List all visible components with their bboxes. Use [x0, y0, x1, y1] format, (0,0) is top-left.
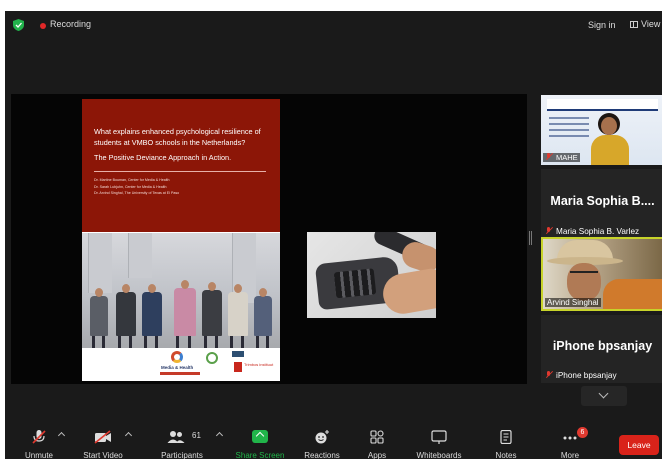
presentation-slide: What explains enhanced psychological res… [82, 99, 280, 381]
video-face [567, 263, 601, 301]
apps-label: Apps [367, 451, 387, 459]
view-layout-icon [630, 21, 638, 28]
more-label: More [560, 451, 580, 459]
whiteboards-label: Whiteboards [416, 451, 462, 459]
participant-tile-iphone[interactable]: iPhone bpsanjay iPhone bpsanjay [541, 315, 662, 383]
participant-name-label: MAHE [543, 153, 580, 162]
view-label: View [641, 19, 661, 29]
scroll-participants-down-button[interactable] [581, 386, 627, 406]
participant-tile-mahe[interactable]: MAHE [541, 95, 662, 165]
slide-subtitle: The Positive Deviance Approach in Action… [94, 153, 232, 162]
unmute-button[interactable]: Unmute [17, 430, 61, 459]
apps-icon [370, 430, 384, 444]
mahe-banner [547, 99, 658, 111]
participants-count: 61 [192, 431, 201, 440]
trimbos-logo-text: Trimbos instituut [244, 362, 274, 367]
participant-display-name: Maria Sophia B.... [550, 194, 655, 208]
students-walking-photo [82, 233, 280, 348]
mic-muted-icon [545, 371, 552, 379]
video-off-icon [94, 430, 111, 444]
reactions-button[interactable]: Reactions [299, 430, 345, 459]
photo-building [88, 233, 112, 293]
zoom-meeting-window: Recording Sign in View What explains enh… [5, 11, 662, 459]
photo-student [174, 280, 196, 348]
participant-tile-arvind-active-speaker[interactable]: Arvind Singhal [541, 237, 662, 311]
media-health-logo-text: Media & Health [161, 365, 194, 370]
video-shirt [603, 279, 662, 309]
slide-divider [94, 171, 266, 172]
shared-screen[interactable]: What explains enhanced psychological res… [11, 94, 527, 384]
more-button[interactable]: 6 More [553, 427, 588, 459]
participant-display-name: iPhone bpsanjay [552, 339, 653, 353]
notes-icon [500, 430, 512, 444]
media-health-logo-icon [171, 351, 183, 363]
notes-button[interactable]: Notes [488, 430, 524, 459]
whiteboards-button[interactable]: Whiteboards [411, 430, 467, 459]
slide-title-block: What explains enhanced psychological res… [82, 99, 280, 232]
photo-student [116, 284, 136, 348]
mic-muted-icon [32, 430, 46, 444]
chevron-down-icon [598, 388, 609, 399]
photo-building [128, 233, 152, 278]
participant-tile-maria[interactable]: Maria Sophia B.... Maria Sophia B. Varle… [541, 169, 662, 239]
sign-in-link[interactable]: Sign in [588, 20, 616, 30]
participants-options-caret[interactable] [215, 431, 224, 440]
photo-student [202, 282, 222, 348]
slide-logo-strip: Media & Health Trimbos instituut [82, 348, 280, 381]
meeting-toolbar: Unmute Start Video 61 Participants Share… [5, 424, 662, 459]
share-screen-label: Share Screen [235, 451, 285, 459]
participant-name: Maria Sophia B. Varlez [556, 227, 640, 236]
photo-student [254, 288, 272, 348]
whiteboard-icon [431, 430, 447, 444]
video-glasses [570, 271, 598, 276]
partner-logo-icon [206, 352, 218, 364]
participant-name-label: Maria Sophia B. Varlez [545, 227, 639, 236]
trimbos-logo-icon [234, 362, 242, 372]
participants-label: Participants [161, 451, 203, 459]
mic-muted-icon [545, 153, 552, 161]
encryption-shield-icon[interactable] [13, 19, 24, 31]
logo-bar [160, 372, 200, 375]
slide-author: Dr. Arvind Singhal, The University of Te… [94, 191, 180, 195]
participant-name: iPhone bpsanjay [556, 371, 617, 380]
photo-student [90, 288, 108, 348]
mic-muted-icon [545, 227, 552, 235]
telephone-photo [307, 232, 436, 318]
recording-dot-icon [40, 23, 46, 29]
share-screen-icon [252, 430, 268, 443]
unmute-label: Unmute [24, 451, 53, 459]
start-video-button[interactable]: Start Video [78, 430, 128, 459]
slide-title: What explains enhanced psychological res… [94, 127, 261, 147]
participant-name-label: iPhone bpsanjay [545, 371, 617, 380]
view-button[interactable]: View [630, 19, 660, 32]
more-notification-badge: 6 [577, 427, 588, 438]
leave-button[interactable]: Leave [619, 435, 659, 455]
partner-logo-icon [232, 351, 244, 357]
apps-button[interactable]: Apps [359, 430, 395, 459]
split-resize-handle[interactable] [529, 231, 532, 245]
participant-name: Arvind Singhal [545, 298, 601, 307]
participants-button[interactable]: 61 Participants [153, 430, 211, 459]
reactions-label: Reactions [304, 451, 340, 459]
participants-icon [167, 431, 185, 443]
participant-video-person [591, 113, 629, 165]
share-screen-button[interactable]: Share Screen [233, 430, 287, 459]
reactions-smiley-icon [315, 430, 329, 444]
phone-keypad [333, 268, 377, 299]
notes-label: Notes [495, 451, 517, 459]
recording-indicator[interactable]: Recording [50, 19, 91, 29]
photo-student [142, 284, 162, 348]
participant-name: MAHE [556, 153, 578, 162]
photo-student [228, 284, 248, 348]
mahe-slide-text [549, 117, 589, 141]
start-video-label: Start Video [83, 451, 123, 459]
